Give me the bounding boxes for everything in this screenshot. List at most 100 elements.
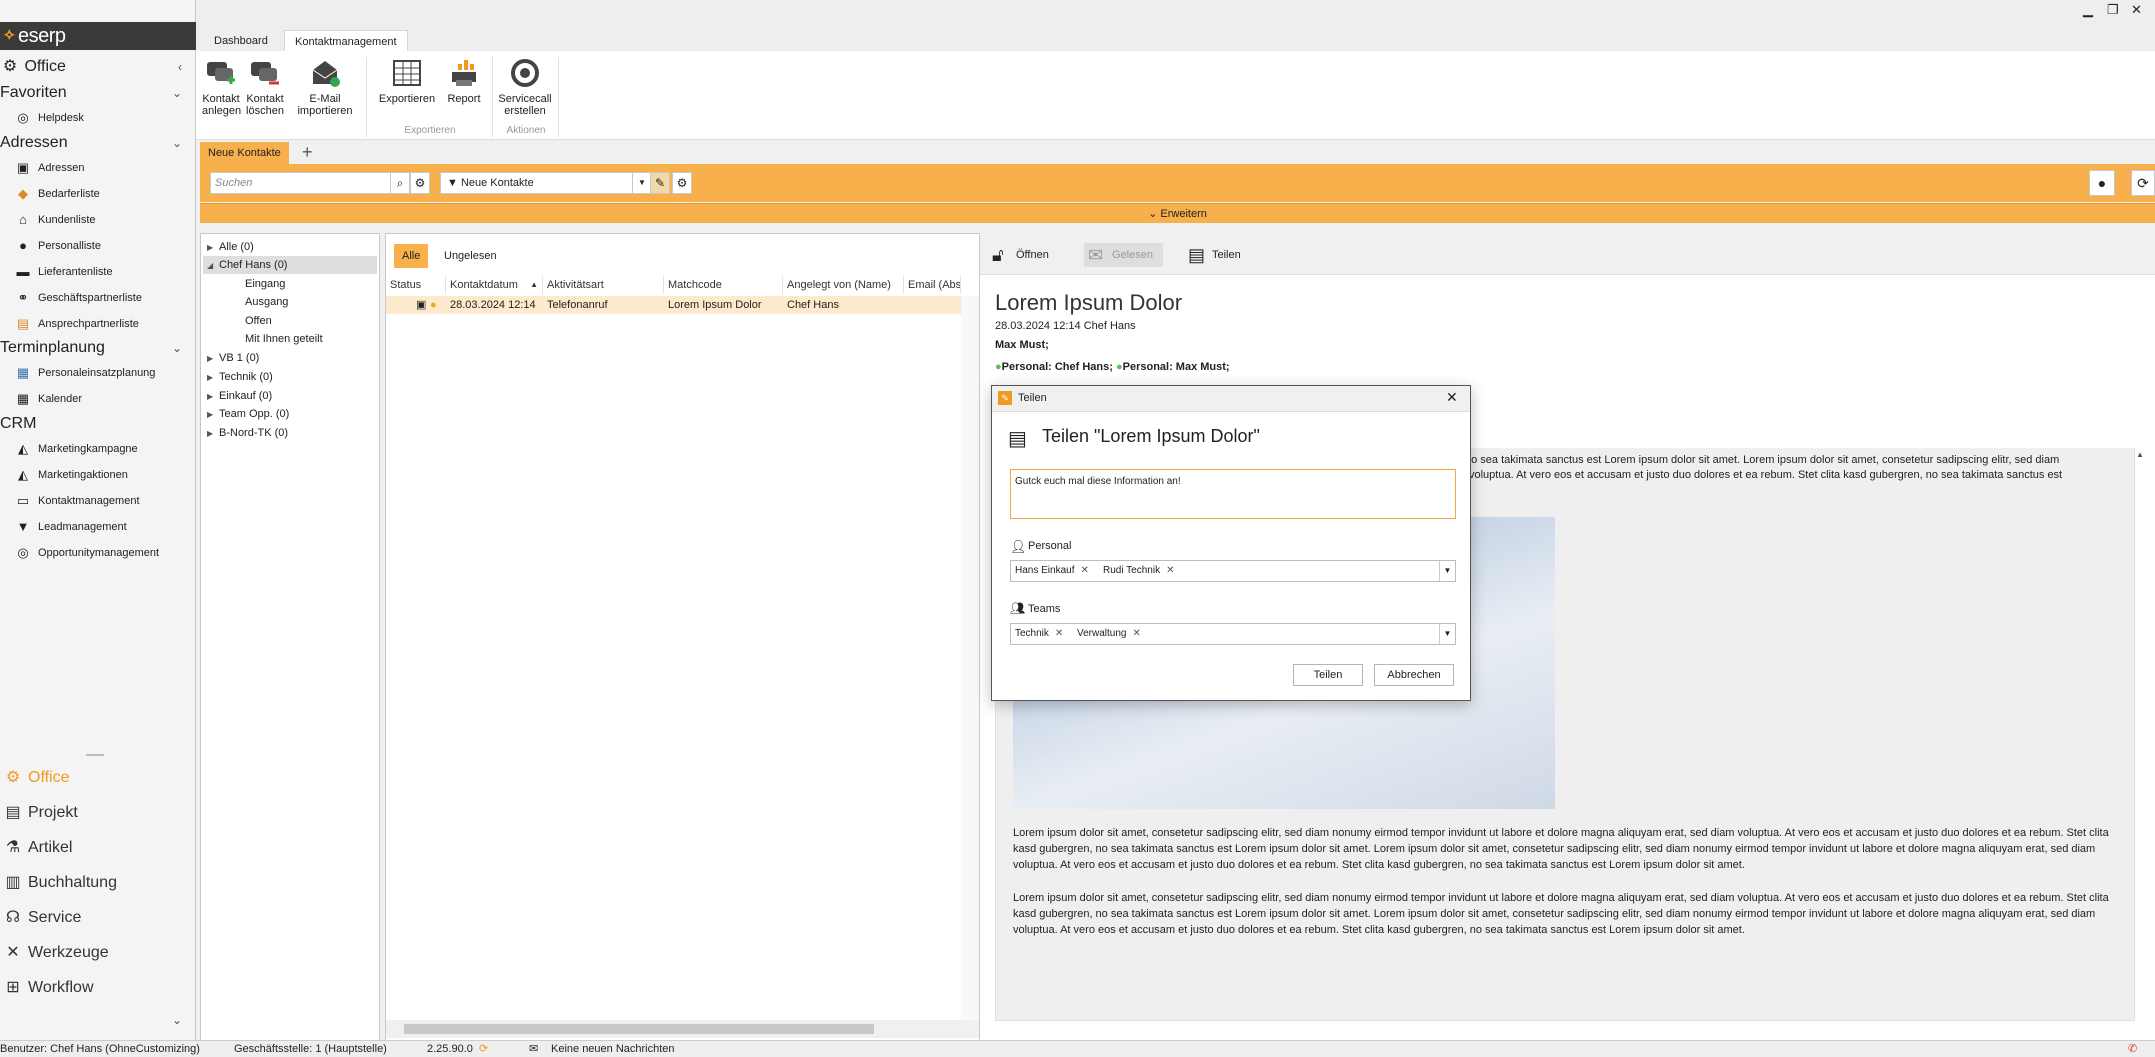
tab-neue-kontakte[interactable]: Neue Kontakte [200,142,289,164]
sidebar-item-lieferantenliste[interactable]: ▬ Lieferantenliste [14,261,113,283]
chevron-down-icon[interactable]: ▼ [1439,561,1455,581]
filter-alle[interactable]: Alle [394,244,429,268]
scroll-up-icon[interactable]: ▲ [2136,450,2144,459]
collapse-arrow-icon[interactable]: ◢ [207,257,219,275]
tag-chip[interactable]: Verwaltung ✕ [1077,624,1141,644]
tree-node[interactable]: Mit Ihnen geteilt [245,330,323,348]
scroll-thumb[interactable] [404,1024,874,1034]
email-importieren-button[interactable]: E-Mail importieren [294,57,356,117]
tree-node[interactable]: Ausgang [245,293,288,311]
chevron-down-icon[interactable]: ⌄ [172,1013,182,1027]
sidebar-item-marketingkampagne[interactable]: ◭ Marketingkampagne [14,438,138,460]
report-button[interactable]: Report [444,57,484,105]
tree-node[interactable]: ▶ Technik (0) [207,368,273,386]
sidebar-item-helpdesk[interactable]: ◎ Helpdesk [14,107,84,129]
sidebar-item-opportunitymanagement[interactable]: ◎ Opportunitymanagement [14,542,159,564]
personal-tag-input[interactable]: Hans Einkauf ✕ Rudi Technik ✕ ▼ [1010,560,1456,582]
column-header-matchcode[interactable]: Matchcode [664,276,783,294]
module-projekt[interactable]: ▤ Projekt [2,798,77,828]
office-header[interactable]: ⚙ Office ‹ [0,56,196,78]
expand-bar[interactable]: ⌄ Erweitern [200,203,2155,223]
sidebar-item-bedarferliste[interactable]: ◆ Bedarferliste [14,183,100,205]
sidebar-item-personalliste[interactable]: ● Personalliste [14,235,101,257]
column-header-email[interactable]: Email (Abs [904,276,961,294]
sidebar-item-adressen[interactable]: ▣ Adressen [14,157,85,179]
tree-node[interactable]: ▶ Einkauf (0) [207,387,272,405]
sidebar-item-kundenliste[interactable]: ⌂ Kundenliste [14,209,95,231]
kontakt-anlegen-button[interactable]: Kontakt anlegen [202,57,241,117]
gelesen-button[interactable]: ✉ Gelesen [1084,243,1163,267]
exportieren-button[interactable]: Exportieren [378,57,436,105]
status-messages[interactable]: Keine neuen Nachrichten [551,1041,675,1057]
oeffnen-button[interactable]: 🔓︎ Öffnen [988,243,1049,267]
teilen-confirm-button[interactable]: Teilen [1293,664,1363,686]
table-row[interactable]: ▣ ● 28.03.2024 12:14 Telefonanruf Lorem … [386,296,961,314]
expand-arrow-icon[interactable]: ▶ [207,350,219,368]
sidebar-item-marketingaktionen[interactable]: ◭ Marketingaktionen [14,464,128,486]
kontakt-loeschen-button[interactable]: Kontakt löschen [246,57,284,117]
column-header-kontaktdatum[interactable]: Kontaktdatum ▲ [446,276,543,294]
sidebar-item-ansprechpartnerliste[interactable]: ▤ Ansprechpartnerliste [14,313,139,335]
restore-button[interactable]: ❐ [2107,2,2119,18]
message-textarea[interactable]: Gutck euch mal diese Information an! [1010,469,1456,519]
search-icon[interactable]: ⌕ [390,172,410,194]
remove-tag-icon[interactable]: ✕ [1166,565,1174,576]
pin-filter-icon[interactable]: ✎ [650,172,670,194]
module-artikel[interactable]: ⚗ Artikel [2,833,73,863]
module-werkzeuge[interactable]: ✕ Werkzeuge [2,938,108,968]
sidebar-item-geschaeftspartnerliste[interactable]: ⚭ Geschäftspartnerliste [14,287,142,309]
refresh-icon[interactable]: ⟳ [2131,170,2155,196]
phone-icon[interactable]: ✆ [2128,1041,2137,1057]
column-header-status[interactable]: Status [386,276,446,294]
remove-tag-icon[interactable]: ✕ [1080,565,1088,576]
column-header-aktivitaetsart[interactable]: Aktivitätsart [543,276,664,294]
sidebar-item-leadmanagement[interactable]: ▼ Leadmanagement [14,516,127,538]
sidebar-item-personaleinsatzplanung[interactable]: ▦ Personaleinsatzplanung [14,362,156,384]
expand-arrow-icon[interactable]: ▶ [207,239,219,257]
vertical-scrollbar[interactable] [961,296,979,1020]
section-favoriten[interactable]: Favoriten ⌄ [0,82,196,104]
sidebar-item-kalender[interactable]: ▦ Kalender [14,388,82,410]
column-header-angelegt-von[interactable]: Angelegt von (Name) [783,276,904,294]
expand-arrow-icon[interactable]: ▶ [207,369,219,387]
expand-arrow-icon[interactable]: ▶ [207,406,219,424]
tag-chip[interactable]: Rudi Technik ✕ [1103,561,1174,581]
filter-ungelesen[interactable]: Ungelesen [436,244,505,268]
tab-kontaktmanagement[interactable]: Kontaktmanagement [284,30,408,52]
chevron-down-icon[interactable]: ▼ [1439,624,1455,644]
horizontal-scrollbar[interactable] [386,1020,979,1038]
expand-arrow-icon[interactable]: ▶ [207,388,219,406]
settings-icon[interactable]: ⚙ [410,172,430,194]
tag-chip[interactable]: Technik ✕ [1015,624,1063,644]
servicecall-erstellen-button[interactable]: Servicecall erstellen [498,57,552,117]
filter-settings-icon[interactable]: ⚙ [672,172,692,194]
filter-select[interactable]: ▼ Neue Kontakte [440,172,650,194]
expand-arrow-icon[interactable]: ▶ [207,425,219,443]
remove-tag-icon[interactable]: ✕ [1132,628,1140,639]
module-buchhaltung[interactable]: ▥ Buchhaltung [2,868,117,898]
tree-node[interactable]: ▶ B-Nord-TK (0) [207,424,288,442]
minimize-button[interactable]: ▁ [2083,2,2093,18]
section-adressen[interactable]: Adressen ⌄ [0,132,196,154]
splitter-handle[interactable] [86,754,104,756]
tree-node[interactable]: ▶ Team Opp. (0) [207,405,289,423]
teilen-button[interactable]: ▤ Teilen [1184,243,1241,267]
sidebar-item-kontaktmanagement[interactable]: ▭ Kontaktmanagement [14,490,140,512]
add-tab-icon[interactable]: + [302,142,313,162]
tree-node[interactable]: ▶ VB 1 (0) [207,349,259,367]
remove-tag-icon[interactable]: ✕ [1055,628,1063,639]
module-service[interactable]: ☊ Service [2,903,81,933]
tab-dashboard[interactable]: Dashboard [204,30,278,52]
tree-node-selected[interactable]: ◢ Chef Hans (0) [203,256,377,274]
close-icon[interactable]: ✕ [1446,389,1458,406]
abbrechen-button[interactable]: Abbrechen [1374,664,1454,686]
section-crm[interactable]: CRM [0,413,196,435]
search-input[interactable]: Suchen [210,172,410,194]
tree-node[interactable]: Eingang [245,275,285,293]
teams-tag-input[interactable]: Technik ✕ Verwaltung ✕ ▼ [1010,623,1456,645]
module-workflow[interactable]: ⊞ Workflow [2,973,93,1003]
section-terminplanung[interactable]: Terminplanung ⌄ [0,337,196,359]
tree-node[interactable]: Offen [245,312,272,330]
module-office[interactable]: ⚙ Office [2,763,70,793]
close-window-button[interactable]: ✕ [2131,2,2142,18]
